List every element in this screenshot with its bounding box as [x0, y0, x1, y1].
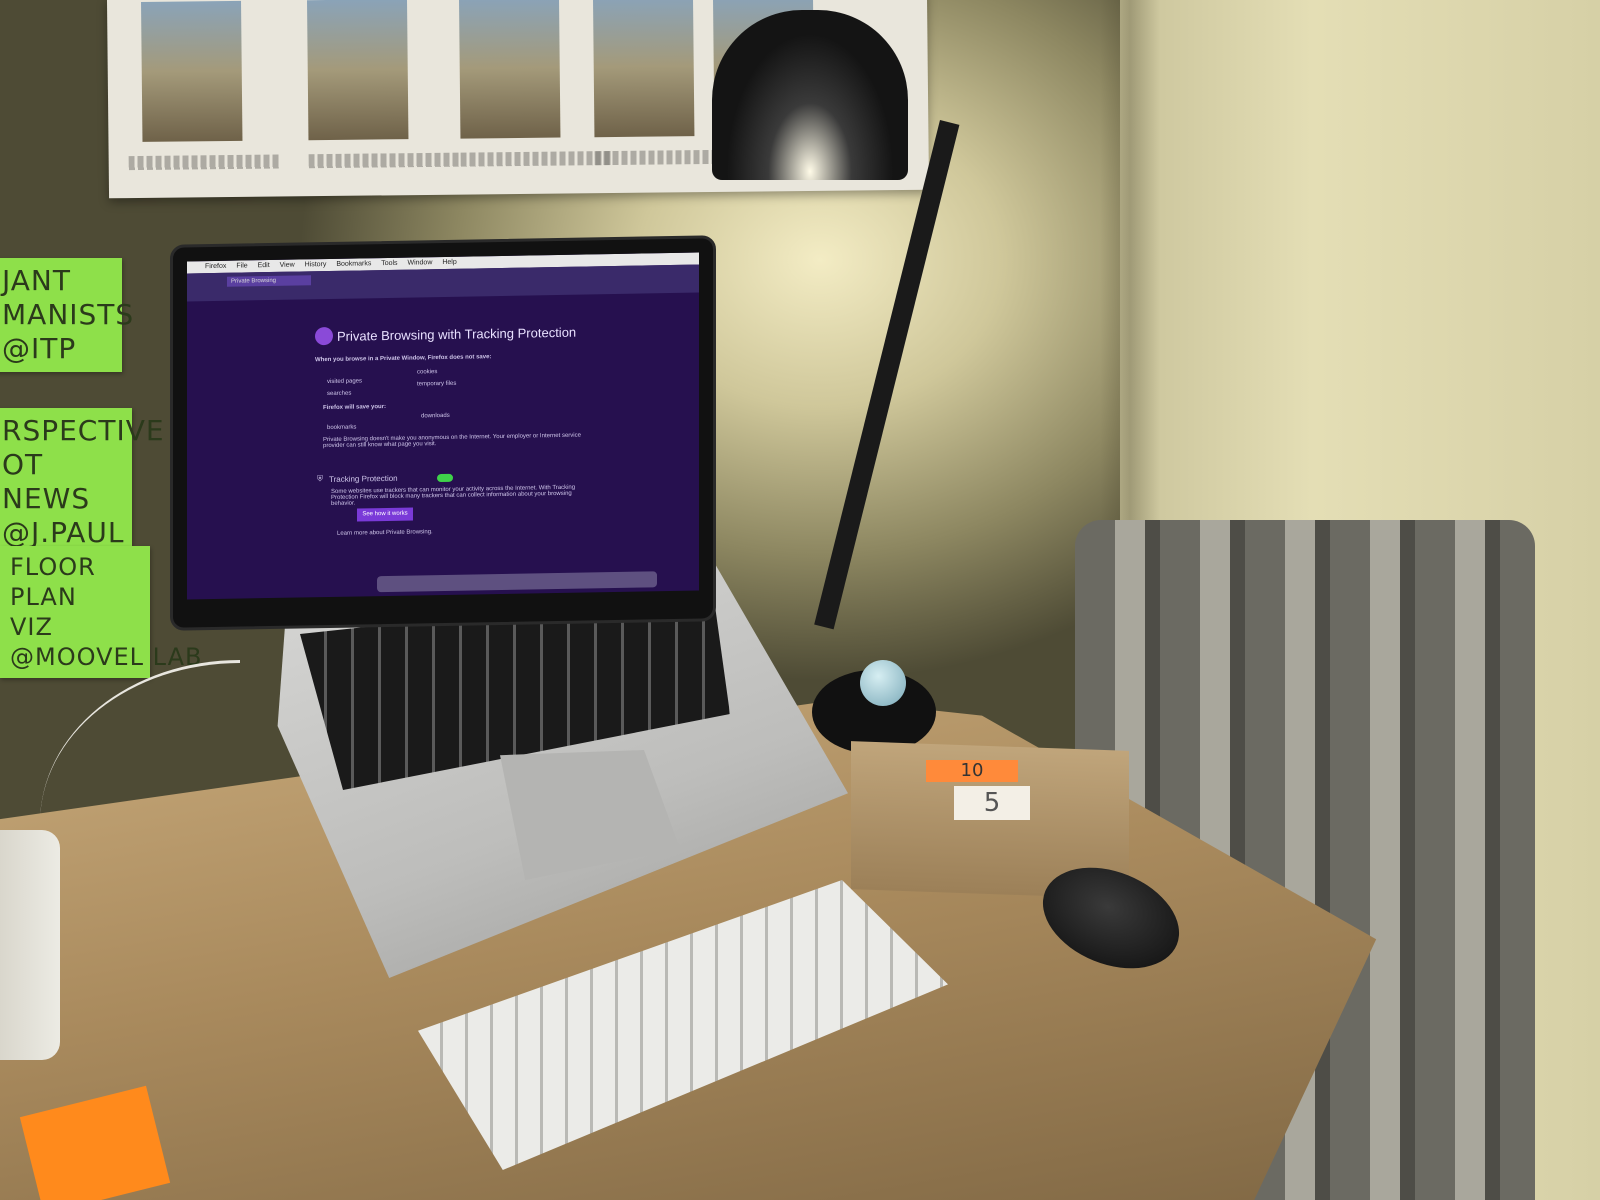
private-mask-icon: [315, 326, 333, 346]
menu-item[interactable]: Edit: [258, 262, 270, 269]
dock: [377, 571, 657, 593]
poster-photo: [307, 0, 409, 141]
desk-lamp-shade: [712, 10, 908, 180]
menu-item[interactable]: Help: [442, 259, 456, 266]
laptop-screen: Firefox File Edit View History Bookmarks…: [170, 235, 716, 631]
not-saved-item: searches: [327, 390, 352, 398]
sticky-note: JANT MANISTS @ITP: [0, 258, 133, 372]
poster-photo: [592, 0, 695, 138]
photo-scene: JANT MANISTS @ITP RSPECTIVE OT NEWS @J.P…: [0, 0, 1600, 1200]
menu-item[interactable]: View: [280, 262, 295, 269]
tab-private-browsing[interactable]: Private Browsing: [227, 275, 311, 287]
menu-item[interactable]: History: [305, 261, 327, 268]
menu-item[interactable]: Bookmarks: [336, 260, 371, 268]
poster-caption: [460, 151, 611, 167]
learn-more-link[interactable]: Learn more about Private Browsing.: [337, 529, 433, 537]
will-save-label: Firefox will save your:: [323, 403, 387, 412]
menu-item[interactable]: File: [236, 262, 247, 269]
saved-item: downloads: [421, 412, 450, 420]
box-label: 5: [954, 786, 1030, 820]
poster-photo: [141, 0, 243, 142]
menu-item[interactable]: Tools: [381, 260, 397, 267]
shield-icon: ⛨: [317, 474, 323, 484]
page-title: Private Browsing with Tracking Protectio…: [337, 324, 577, 344]
tracking-title: Tracking Protection: [329, 473, 398, 484]
lip-balm: [860, 660, 906, 706]
poster-photo: [458, 0, 561, 139]
intro-text: When you browse in a Private Window, Fir…: [315, 354, 492, 364]
tracking-text: Some websites use trackers that can moni…: [331, 484, 576, 507]
not-saved-item: temporary files: [417, 380, 457, 388]
browser-window: Firefox File Edit View History Bookmarks…: [187, 252, 699, 600]
tracking-toggle[interactable]: [437, 473, 453, 483]
not-saved-item: cookies: [417, 369, 438, 376]
saved-item: bookmarks: [327, 424, 357, 432]
sticky-note: FLOOR PLAN VIZ @MOOVEL LAB: [0, 546, 201, 678]
see-how-it-works-button[interactable]: See how it works: [357, 507, 413, 522]
menu-item[interactable]: Firefox: [205, 263, 226, 270]
sticky-note: RSPECTIVE OT NEWS @J.PAUL: [0, 408, 164, 556]
box-price-tag: 10: [926, 760, 1018, 782]
not-saved-item: visited pages: [327, 378, 363, 386]
menu-item[interactable]: Window: [407, 259, 432, 266]
poster-caption: [308, 152, 459, 169]
poster-caption: [128, 154, 279, 171]
mug: [0, 830, 60, 1060]
disclaimer-text: Private Browsing doesn't make you anonym…: [323, 432, 581, 450]
